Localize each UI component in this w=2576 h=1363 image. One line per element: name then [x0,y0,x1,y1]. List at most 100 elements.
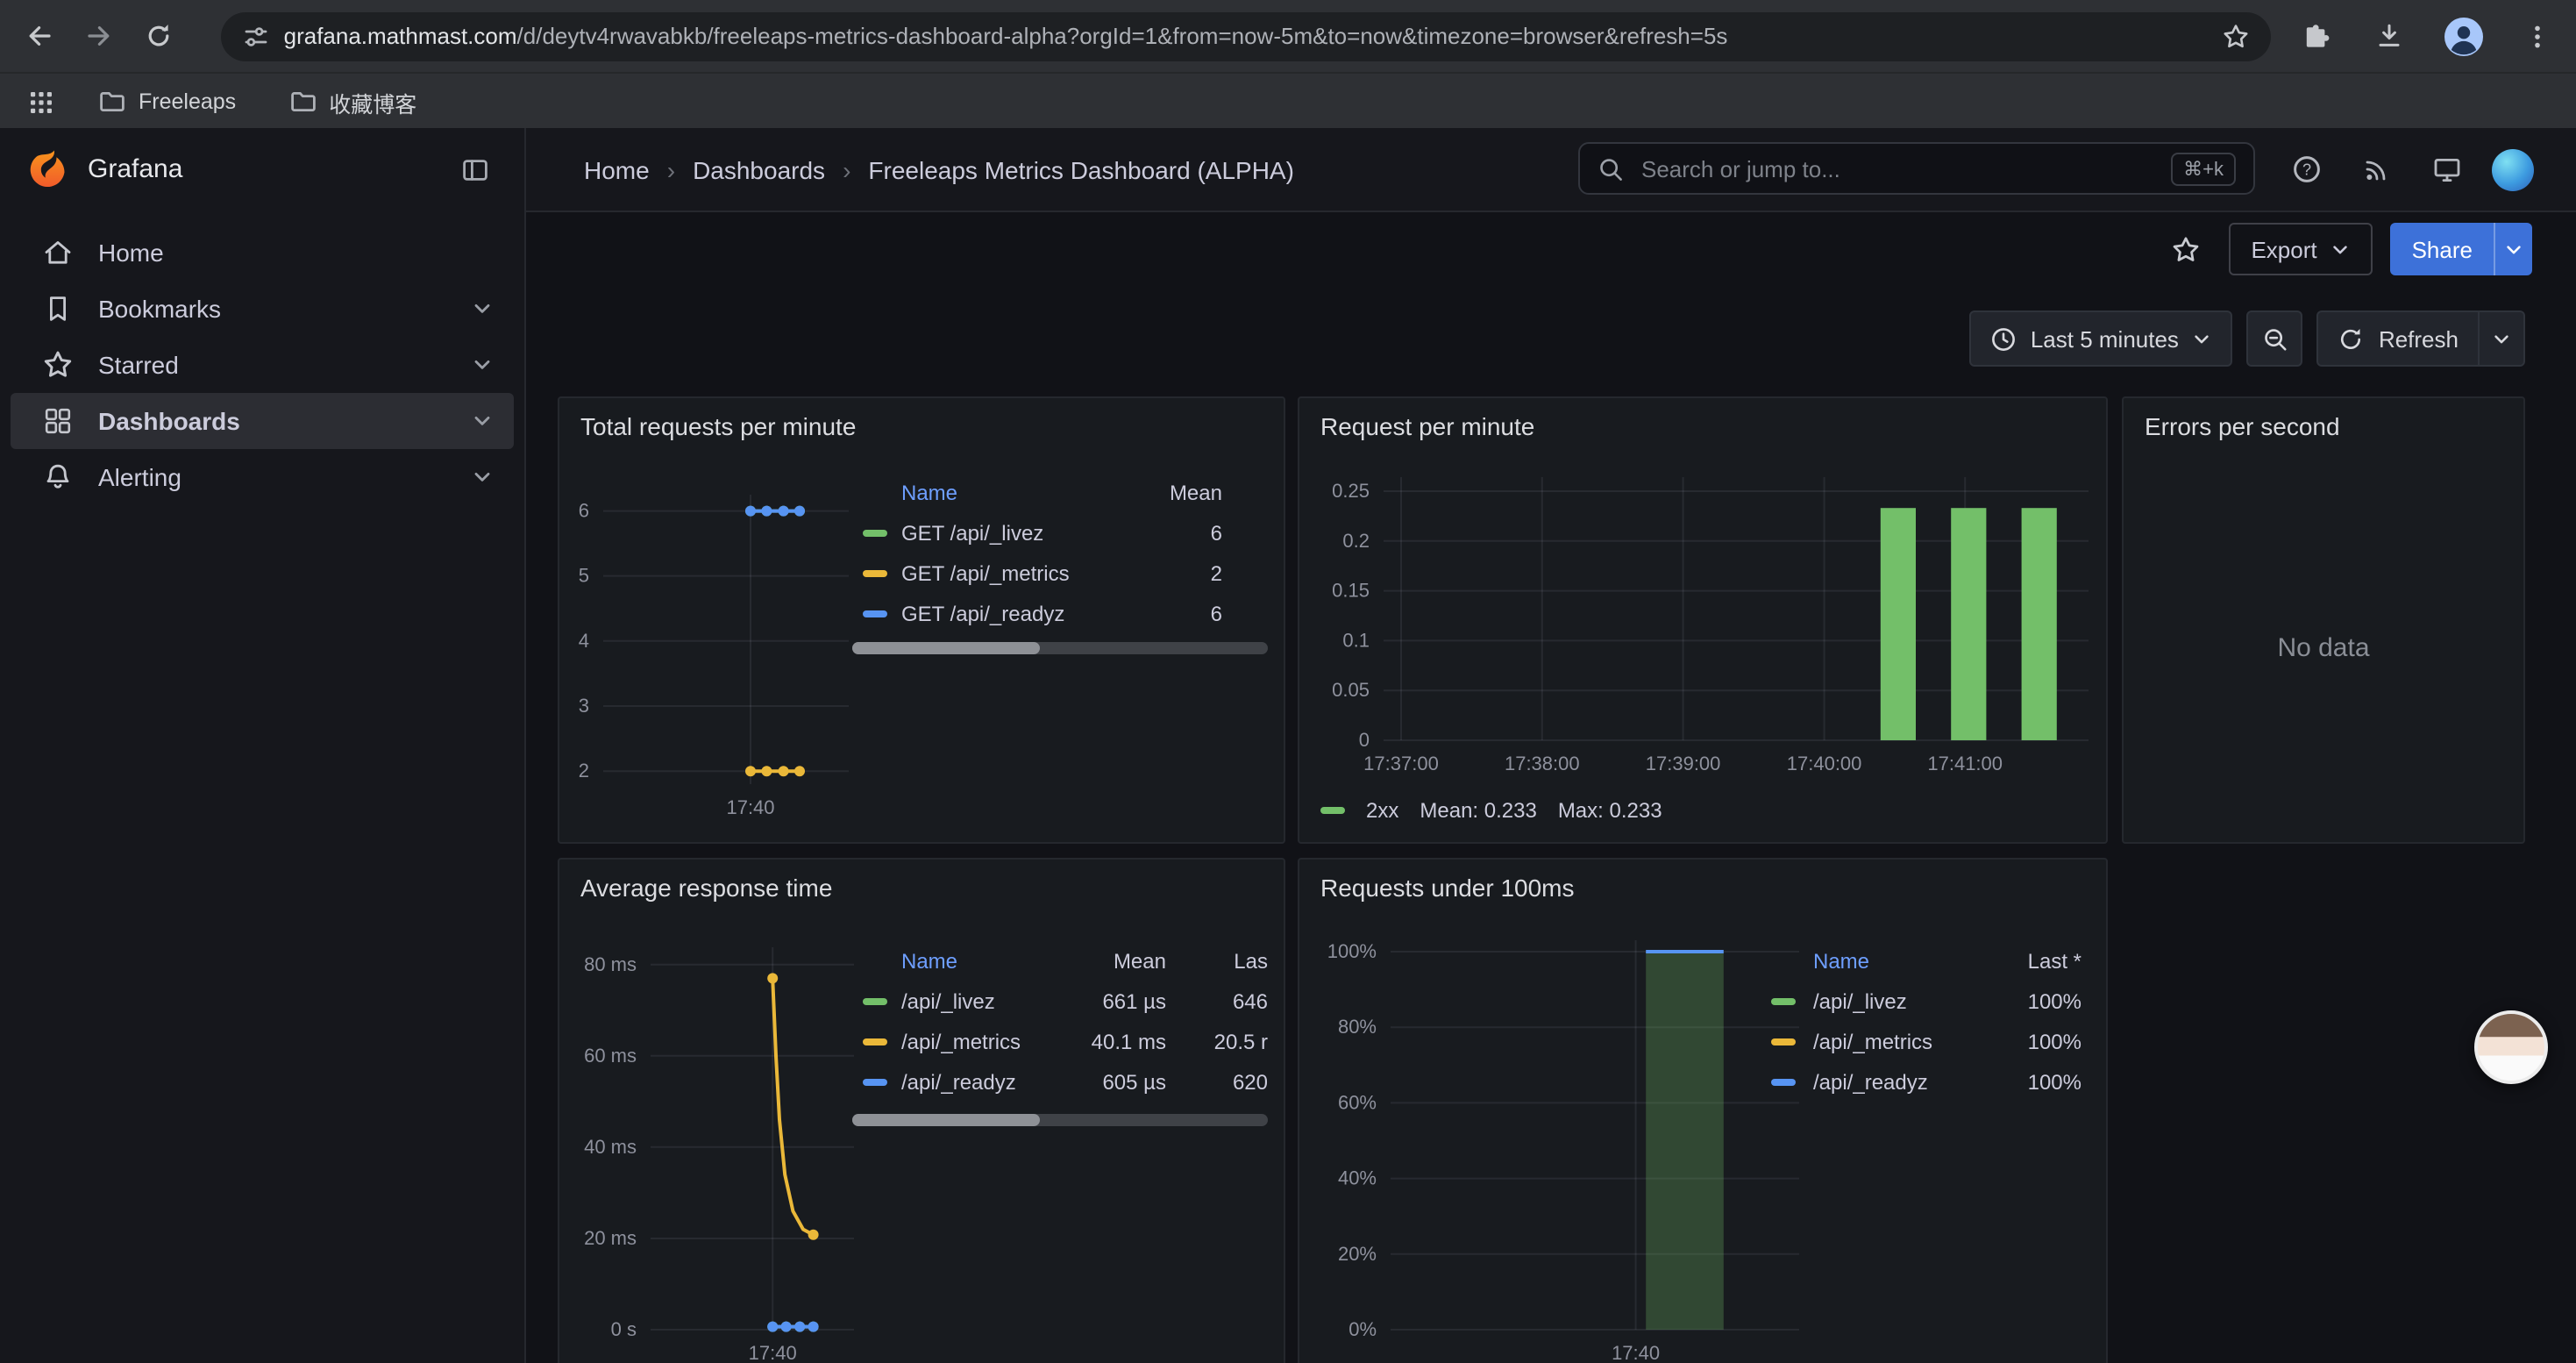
search-box[interactable]: ⌘+k [1578,142,2255,195]
favorite-dashboard-star-icon[interactable] [2161,225,2210,274]
svg-text:5: 5 [579,565,589,587]
legend-value: 605 µs [1082,1069,1166,1094]
scrollbar-thumb[interactable] [852,642,1039,654]
url-bar[interactable]: grafana.mathmast.com/d/deytv4rwavabkb/fr… [221,11,2271,61]
line-chart[interactable]: 80 ms60 ms40 ms20 ms0 s17:40 [559,860,1287,1363]
legend-series-name[interactable]: GET /api/_livez [901,520,1152,545]
monitor-icon[interactable] [2422,145,2471,194]
svg-text:17:39:00: 17:39:00 [1646,753,1721,774]
legend-header-name[interactable]: Name [901,948,1082,973]
bar-chart[interactable]: 00.050.10.150.20.2517:37:0017:38:0017:39… [1299,398,2110,846]
browser-toolbar: grafana.mathmast.com/d/deytv4rwavabkb/fr… [0,0,2576,72]
dashboard-actions: Export Share [2161,223,2532,275]
search-input[interactable] [1638,153,2157,183]
panel-title[interactable]: Requests under 100ms [1320,874,1575,902]
legend-value: 2 [1152,560,1222,585]
series-swatch [863,610,887,617]
bookmark-item[interactable]: 收藏博客 [274,80,431,124]
svg-text:17:40: 17:40 [749,1342,797,1363]
legend-table: NameMean GET /api/_livez6 GET /api/_metr… [863,472,1222,633]
legend-value: 6 [1152,601,1222,625]
dock-sidebar-icon[interactable] [451,145,500,194]
sidebar-item-starred[interactable]: Starred [11,337,514,393]
legend-series-name[interactable]: GET /api/_readyz [901,601,1152,625]
svg-text:17:40: 17:40 [1612,1342,1660,1363]
breadcrumb-home[interactable]: Home [584,155,650,183]
dashboards-grid-icon [42,405,74,437]
legend-header-name[interactable]: Name [901,480,1152,504]
chevron-down-icon[interactable] [472,467,493,488]
svg-text:0 s: 0 s [611,1318,637,1340]
panel-title[interactable]: Average response time [580,874,832,902]
share-button[interactable]: Share [2391,223,2494,275]
time-range-picker[interactable]: Last 5 minutes [1969,310,2233,367]
reload-button[interactable] [133,10,186,62]
home-icon [42,237,74,268]
panel-title[interactable]: Request per minute [1320,412,1534,440]
user-avatar[interactable] [2492,148,2534,190]
bookmark-item[interactable]: Freeleaps [84,82,250,121]
grafana-logo[interactable] [25,146,70,192]
apps-grid-icon[interactable] [21,77,60,126]
legend-header-last[interactable]: Las [1166,948,1268,973]
legend-value: 6 [1152,520,1222,545]
rss-icon[interactable] [2352,145,2401,194]
breadcrumb-current: Freeleaps Metrics Dashboard (ALPHA) [868,155,1294,183]
refresh-button[interactable]: Refresh [2317,310,2480,367]
legend-header-name[interactable]: Name [1813,948,1994,973]
series-swatch [1320,807,1345,814]
legend-scrollbar[interactable] [852,1114,1268,1126]
bookmarks-bar: Freeleaps 收藏博客 [0,72,2576,130]
menu-kebab-icon[interactable] [2513,11,2562,61]
site-info-icon[interactable] [242,22,270,50]
legend-scrollbar[interactable] [852,642,1268,654]
refresh-interval-dropdown[interactable] [2480,310,2525,367]
chevron-down-icon[interactable] [472,410,493,432]
sidebar-item-dashboards[interactable]: Dashboards [11,393,514,449]
breadcrumb-dashboards[interactable]: Dashboards [693,155,825,183]
legend-header-last[interactable]: Last * [1994,948,2081,973]
svg-text:0.15: 0.15 [1332,580,1370,602]
legend-series-name[interactable]: /api/_readyz [1813,1069,1994,1094]
export-button[interactable]: Export [2228,223,2373,275]
floating-assistant-avatar[interactable] [2474,1010,2548,1084]
legend-series-name[interactable]: 2xx [1366,798,1398,823]
back-button[interactable] [14,10,67,62]
legend-series-name[interactable]: /api/_metrics [1813,1029,1994,1053]
breadcrumb: Home › Dashboards › Freeleaps Metrics Da… [584,155,1294,183]
chevron-down-icon[interactable] [472,354,493,375]
scrollbar-thumb[interactable] [852,1114,1039,1126]
breadcrumb-separator: › [667,155,675,183]
svg-text:17:37:00: 17:37:00 [1363,753,1439,774]
sidebar-item-home[interactable]: Home [11,225,514,281]
share-dropdown-button[interactable] [2494,223,2532,275]
extensions-icon[interactable] [2292,11,2341,61]
help-icon[interactable]: ? [2281,145,2330,194]
brand-title: Grafana [88,154,182,184]
browser-profile-avatar[interactable] [2439,11,2488,61]
panel-title[interactable]: Errors per second [2145,412,2340,440]
downloads-icon[interactable] [2366,11,2415,61]
series-swatch [1771,997,1796,1004]
legend-header-mean[interactable]: Mean [1152,480,1222,504]
clock-icon [1990,325,2017,352]
legend-series-name[interactable]: /api/_readyz [901,1069,1082,1094]
bar-chart[interactable]: 100%80%60%40%20%0%17:40 [1299,860,2110,1363]
svg-text:17:40:00: 17:40:00 [1787,753,1862,774]
legend-value: 100% [1994,1029,2081,1053]
forward-button[interactable] [74,10,126,62]
svg-text:60%: 60% [1338,1091,1377,1113]
svg-text:0.25: 0.25 [1332,480,1370,502]
legend-series-name[interactable]: /api/_metrics [901,1029,1082,1053]
legend-series-name[interactable]: /api/_livez [1813,988,1994,1013]
chevron-down-icon[interactable] [472,298,493,319]
series-swatch [863,1038,887,1045]
legend-series-name[interactable]: GET /api/_metrics [901,560,1152,585]
zoom-out-icon[interactable] [2247,310,2303,367]
panel-title[interactable]: Total requests per minute [580,412,856,440]
legend-header-mean[interactable]: Mean [1082,948,1166,973]
sidebar-item-alerting[interactable]: Alerting [11,449,514,505]
legend-series-name[interactable]: /api/_livez [901,988,1082,1013]
sidebar-item-bookmarks[interactable]: Bookmarks [11,281,514,337]
bookmark-star-icon[interactable] [2222,22,2250,50]
